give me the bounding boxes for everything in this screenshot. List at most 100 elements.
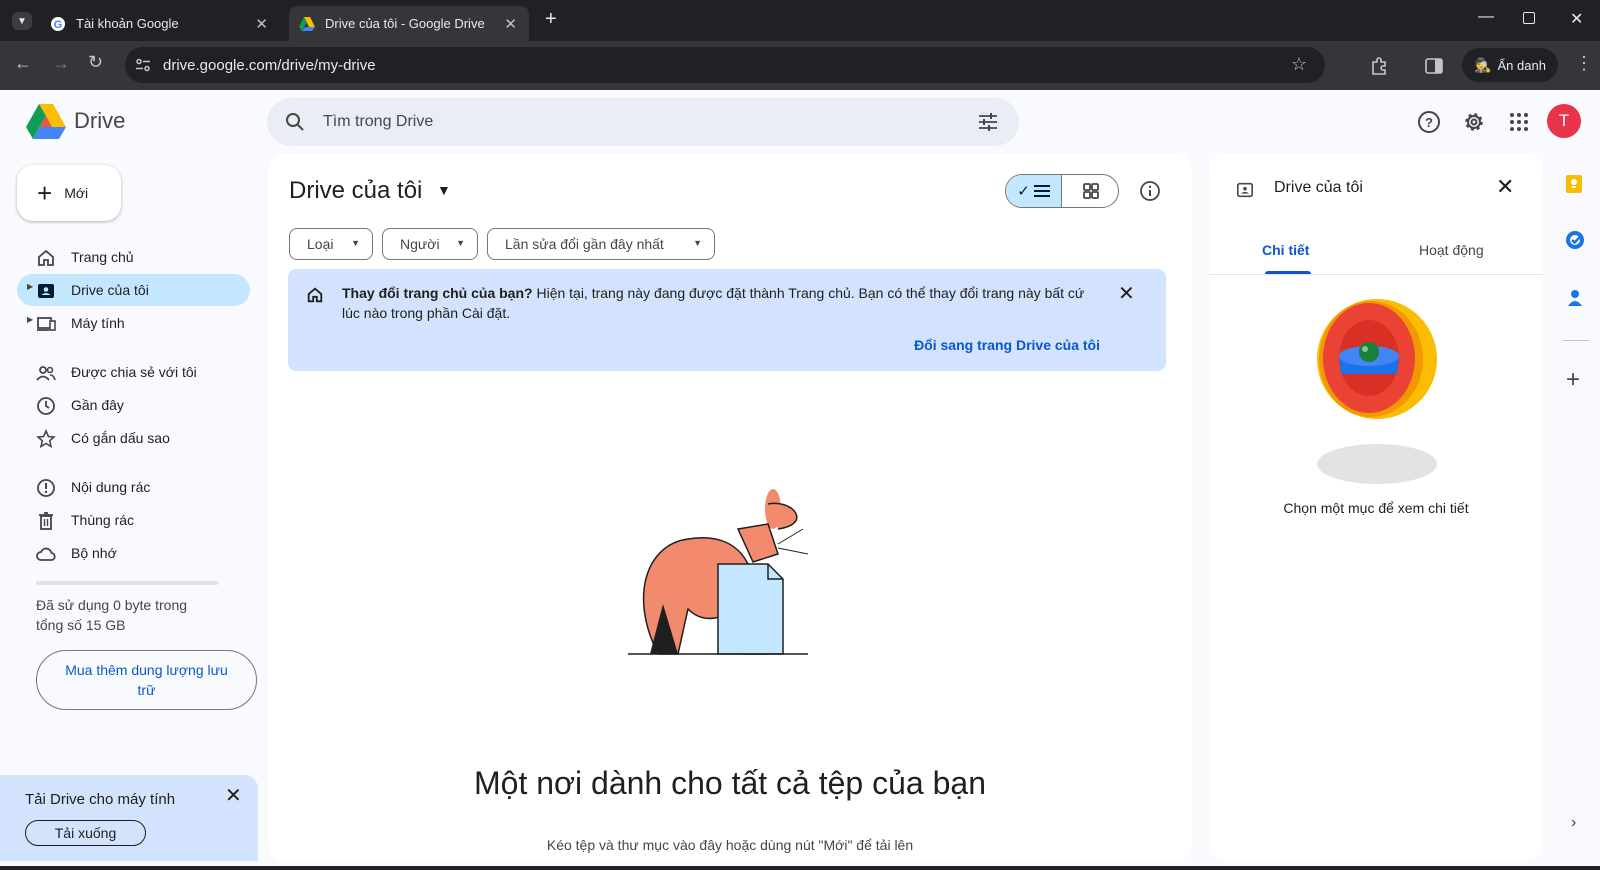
star-icon [36, 429, 56, 449]
contacts-icon[interactable] [1566, 288, 1584, 308]
tab-divider [1209, 274, 1543, 275]
tasks-icon[interactable] [1565, 230, 1585, 250]
bookmark-star-icon[interactable]: ☆ [1291, 54, 1307, 75]
address-bar[interactable]: drive.google.com/drive/my-drive ☆ [125, 47, 1325, 83]
view-toggle: ✓ [1005, 174, 1119, 208]
search-options-icon[interactable] [978, 112, 998, 132]
grid-view-button[interactable] [1063, 175, 1118, 207]
filter-modified-label: Lần sửa đổi gần đây nhất [505, 236, 664, 252]
download-drive-card: Tải Drive cho máy tính ✕ Tải xuống [0, 775, 258, 861]
browser-tab-drive[interactable]: Drive của tôi - Google Drive ✕ [289, 6, 529, 41]
empty-state-illustration [628, 489, 809, 655]
expand-caret-icon[interactable]: ▶ [27, 315, 33, 324]
tab-details[interactable]: Chi tiết [1262, 242, 1309, 258]
home-icon [38, 249, 54, 266]
title-dropdown-icon[interactable]: ▼ [437, 182, 451, 198]
details-illustration [1317, 299, 1437, 484]
list-view-button[interactable]: ✓ [1006, 175, 1062, 207]
close-icon[interactable]: ✕ [1496, 174, 1514, 200]
sidebar-item-label: Drive của tôi [71, 282, 149, 298]
tab-search-icon[interactable]: ▼ [12, 12, 32, 30]
filter-people-label: Người [400, 236, 440, 252]
trash-icon [39, 512, 53, 530]
buy-storage-button[interactable]: Mua thêm dung lượng lưu trữ [36, 650, 257, 710]
filter-modified-chip[interactable]: Lần sửa đổi gần đây nhất ▼ [487, 228, 715, 260]
tab-title: Tài khoản Google [76, 16, 179, 31]
download-card-title: Tải Drive cho máy tính [25, 791, 176, 808]
details-title: Drive của tôi [1274, 179, 1363, 196]
browser-menu-icon[interactable]: ⋮ [1575, 53, 1593, 74]
sidebar-item-recent[interactable]: Gần đây [17, 389, 250, 421]
my-drive-icon [1236, 182, 1254, 198]
browser-toolbar: ← → ↻ drive.google.com/drive/my-drive ☆ … [0, 41, 1600, 90]
chip-caret-icon: ▼ [351, 238, 360, 248]
details-empty-message: Chọn một mục để xem chi tiết [1283, 500, 1469, 516]
sidebar-item-label: Trang chủ [71, 249, 134, 265]
sidebar-item-storage[interactable]: Bộ nhớ [17, 537, 250, 569]
list-icon [1033, 185, 1050, 197]
sidebar-item-spam[interactable]: Nội dung rác [17, 471, 250, 503]
close-tab-icon[interactable]: ✕ [255, 15, 268, 33]
rail-divider [1563, 340, 1589, 341]
drive-app: Drive ? T + Mới [0, 90, 1600, 866]
drive-logo-icon[interactable] [26, 104, 66, 139]
search-input[interactable] [323, 110, 923, 134]
new-tab-icon[interactable]: + [545, 8, 557, 31]
avatar[interactable]: T [1547, 104, 1581, 138]
sidebar-item-label: Máy tính [71, 315, 125, 331]
side-apps-rail: + › [1555, 154, 1600, 861]
grid-icon [1083, 183, 1099, 199]
banner-message: Thay đổi trang chủ của bạn? Hiện tại, tr… [342, 283, 1102, 323]
sidebar-item-computers[interactable]: ▶ Máy tính [17, 307, 250, 339]
close-window-icon[interactable]: ✕ [1570, 9, 1583, 29]
restore-icon[interactable] [1523, 12, 1535, 24]
empty-state-subtitle: Kéo tệp và thư mục vào đây hoặc dùng nút… [546, 837, 914, 853]
close-tab-icon[interactable]: ✕ [504, 15, 517, 33]
info-icon[interactable] [1139, 180, 1161, 202]
new-button-label: Mới [64, 185, 89, 201]
sidebar-item-label: Bộ nhớ [71, 545, 117, 561]
incognito-indicator[interactable]: 🕵 Ẩn danh [1462, 48, 1558, 82]
browser-tab-google-account[interactable]: G Tài khoản Google ✕ [40, 6, 280, 41]
switch-to-my-drive-link[interactable]: Đổi sang trang Drive của tôi [914, 337, 1100, 353]
storage-usage-text: Đã sử dụng 0 byte trong tổng số 15 GB [36, 597, 188, 633]
extensions-icon[interactable] [1370, 56, 1390, 76]
expand-caret-icon[interactable]: ▶ [27, 282, 33, 291]
download-button[interactable]: Tải xuống [25, 820, 146, 846]
sidebar-item-my-drive[interactable]: ▶ Drive của tôi [17, 274, 250, 306]
site-settings-icon[interactable] [135, 58, 151, 72]
add-app-icon[interactable]: + [1566, 366, 1580, 394]
apps-grid-icon[interactable] [1507, 110, 1531, 134]
search-icon[interactable] [285, 112, 305, 132]
sidebar-item-home[interactable]: Trang chủ [17, 241, 250, 273]
app-name[interactable]: Drive [74, 108, 125, 134]
filter-people-chip[interactable]: Người ▼ [382, 228, 478, 260]
minimize-icon[interactable]: — [1478, 8, 1494, 26]
sidebar-item-trash[interactable]: Thùng rác [17, 504, 250, 536]
page-title[interactable]: Drive của tôi [289, 177, 422, 205]
sidebar-item-shared[interactable]: Được chia sẻ với tôi [17, 356, 250, 388]
home-icon [307, 287, 323, 303]
keep-icon[interactable] [1565, 174, 1583, 194]
tab-activity[interactable]: Hoạt động [1419, 242, 1484, 258]
help-icon[interactable]: ? [1417, 110, 1441, 134]
chevron-right-icon[interactable]: › [1571, 814, 1576, 832]
svg-text:G: G [54, 19, 63, 31]
banner-heading: Thay đổi trang chủ của bạn? [342, 285, 533, 301]
side-panel-icon[interactable] [1425, 57, 1443, 75]
back-icon[interactable]: ← [14, 53, 32, 74]
sidebar-item-starred[interactable]: Có gắn dấu sao [17, 422, 250, 454]
spam-icon [37, 479, 55, 497]
new-button[interactable]: + Mới [17, 165, 121, 221]
close-icon[interactable]: ✕ [225, 783, 242, 808]
forward-icon[interactable]: → [52, 53, 70, 74]
url-text: drive.google.com/drive/my-drive [163, 57, 376, 74]
clock-icon [37, 397, 55, 415]
sidebar-item-label: Nội dung rác [71, 479, 151, 495]
settings-gear-icon[interactable] [1462, 110, 1486, 134]
close-icon[interactable]: ✕ [1118, 281, 1135, 306]
empty-state-title: Một nơi dành cho tất cả tệp của bạn [474, 765, 986, 801]
reload-icon[interactable]: ↻ [88, 52, 103, 73]
filter-type-chip[interactable]: Loại ▼ [289, 228, 373, 260]
browser-tab-bar: ▼ G Tài khoản Google ✕ Drive của tôi - G… [0, 0, 1600, 41]
